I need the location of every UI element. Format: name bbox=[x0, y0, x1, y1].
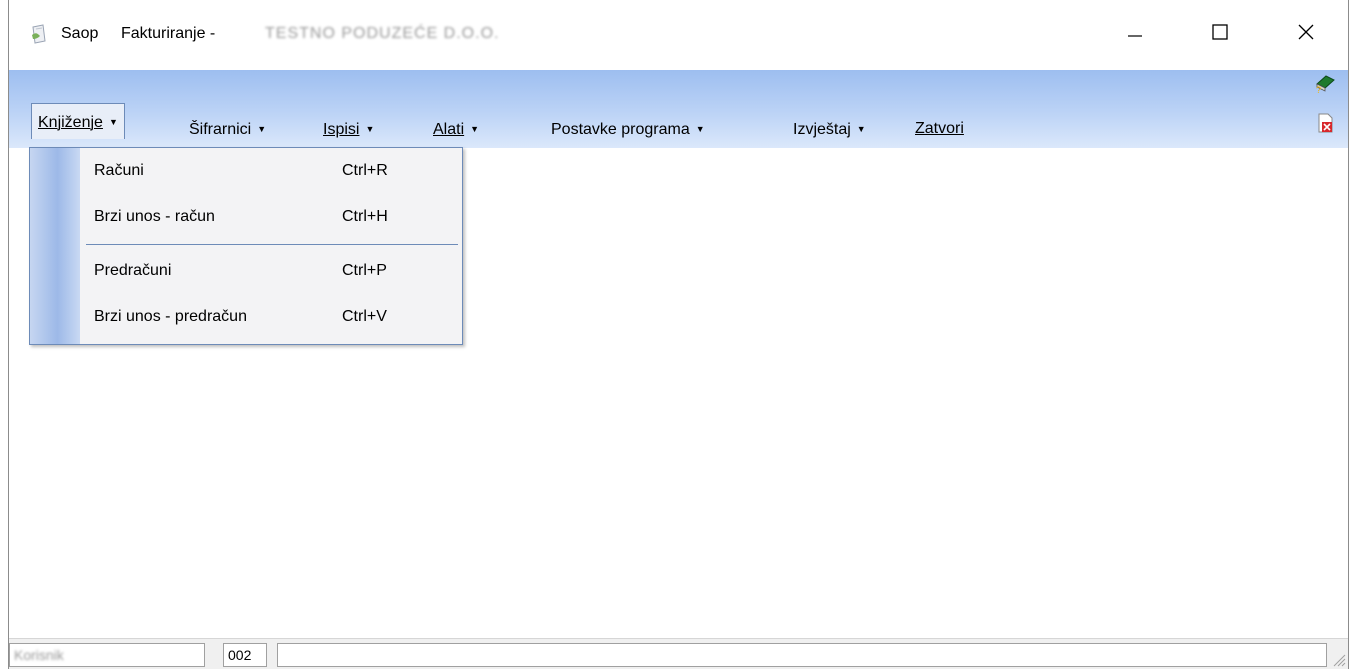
menu-zatvori[interactable]: Zatvori bbox=[911, 118, 968, 140]
help-book-icon[interactable]: ? bbox=[1314, 72, 1336, 95]
menu-label: Šifrarnici bbox=[189, 121, 252, 138]
status-bar: Korisnik 002 bbox=[9, 638, 1348, 669]
menu-label: Zatvori bbox=[915, 120, 964, 137]
maximize-button[interactable] bbox=[1197, 14, 1243, 54]
chevron-down-icon: ▼ bbox=[365, 124, 375, 134]
menu-knjizenje[interactable]: Knjiženje ▼ bbox=[31, 103, 125, 139]
status-code-panel: 002 bbox=[223, 643, 267, 667]
chevron-down-icon: ▼ bbox=[470, 124, 480, 134]
menu-postavke-programa[interactable]: Postavke programa ▼ bbox=[547, 118, 709, 141]
dropdown-item-label: Računi bbox=[94, 162, 144, 179]
menu-label: Ispisi bbox=[323, 121, 360, 138]
exit-document-icon[interactable] bbox=[1314, 112, 1336, 134]
dropdown-item-label: Brzi unos - račun bbox=[94, 208, 215, 225]
dropdown-item-racuni[interactable]: Računi Ctrl+R bbox=[80, 155, 460, 189]
menu-ispisi[interactable]: Ispisi ▼ bbox=[319, 118, 378, 141]
menu-label: Knjiženje bbox=[38, 114, 103, 131]
minimize-button[interactable] bbox=[1111, 14, 1157, 54]
status-message-panel bbox=[277, 643, 1327, 667]
close-window-button[interactable] bbox=[1283, 14, 1329, 54]
maximize-icon bbox=[1211, 23, 1229, 46]
svg-text:?: ? bbox=[1316, 85, 1321, 94]
chevron-down-icon: ▼ bbox=[108, 117, 118, 127]
status-code: 002 bbox=[228, 647, 252, 663]
title-bar: Saop Fakturiranje - TESTNO PODUZEĆE D.O.… bbox=[9, 0, 1348, 70]
chevron-down-icon: ▼ bbox=[856, 124, 866, 134]
dropdown-item-brzi-unos-predracun[interactable]: Brzi unos - predračun Ctrl+V bbox=[80, 301, 460, 335]
menu-sifrarnici[interactable]: Šifrarnici ▼ bbox=[185, 118, 270, 141]
title-app-name: Saop bbox=[61, 25, 99, 42]
title-module: Fakturiranje - bbox=[121, 25, 216, 42]
menu-bar: Knjiženje ▼ Šifrarnici ▼ Ispisi ▼ Alati ▼ Po… bbox=[9, 70, 1348, 148]
minimize-icon bbox=[1126, 24, 1142, 45]
dropdown-item-label: Brzi unos - predračun bbox=[94, 308, 247, 325]
dropdown-item-shortcut: Ctrl+H bbox=[342, 208, 388, 225]
dropdown-item-brzi-unos-racun[interactable]: Brzi unos - račun Ctrl+H bbox=[80, 201, 460, 235]
dropdown-separator bbox=[86, 244, 458, 245]
menu-label: Alati bbox=[433, 121, 465, 138]
chevron-down-icon: ▼ bbox=[257, 124, 267, 134]
knjizenje-dropdown: Računi Ctrl+R Brzi unos - račun Ctrl+H P… bbox=[29, 147, 463, 345]
dropdown-gutter bbox=[30, 148, 80, 344]
close-icon bbox=[1297, 23, 1315, 46]
dropdown-item-shortcut: Ctrl+P bbox=[342, 262, 387, 279]
menu-alati[interactable]: Alati ▼ bbox=[429, 118, 483, 141]
title-company-name: TESTNO PODUZEĆE D.O.O. bbox=[265, 25, 500, 42]
status-user-panel: Korisnik bbox=[9, 643, 205, 667]
menu-izvjestaj[interactable]: Izvještaj ▼ bbox=[789, 118, 870, 141]
chevron-down-icon: ▼ bbox=[695, 124, 705, 134]
menu-label: Izvještaj bbox=[793, 121, 851, 138]
menu-label: Postavke programa bbox=[551, 121, 690, 138]
status-user: Korisnik bbox=[14, 647, 64, 663]
dropdown-item-shortcut: Ctrl+R bbox=[342, 162, 388, 179]
dropdown-item-predracuni[interactable]: Predračuni Ctrl+P bbox=[80, 255, 460, 289]
dropdown-item-shortcut: Ctrl+V bbox=[342, 308, 387, 325]
app-window: Saop Fakturiranje - TESTNO PODUZEĆE D.O.… bbox=[8, 0, 1349, 669]
resize-grip-icon[interactable] bbox=[1330, 651, 1346, 667]
saop-app-icon[interactable] bbox=[29, 23, 49, 45]
dropdown-item-label: Predračuni bbox=[94, 262, 172, 279]
